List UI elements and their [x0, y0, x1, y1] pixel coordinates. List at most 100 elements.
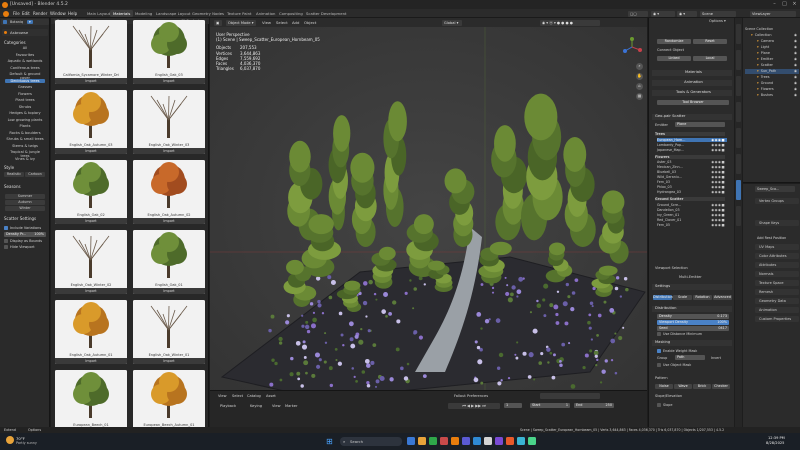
visibility-toggle-icon[interactable]: ◉: [794, 57, 797, 61]
style-cartoon-button[interactable]: Cartoon: [25, 172, 45, 177]
menu-file[interactable]: File: [13, 11, 20, 16]
import-button[interactable]: Import: [133, 78, 205, 84]
category-item[interactable]: Grasses: [5, 85, 45, 90]
category-item[interactable]: All: [5, 46, 45, 51]
asset-library-dropdown[interactable]: ▾: [27, 20, 33, 24]
properties-section[interactable]: Attributes: [755, 262, 799, 268]
category-item[interactable]: Default & ground cover: [5, 72, 45, 80]
header-addon2-button[interactable]: ◉ ▾: [677, 10, 697, 17]
layer-visibility-icons[interactable]: ◉◉◉■: [711, 223, 725, 227]
pattern-button[interactable]: Brick: [693, 384, 711, 389]
assets-menu-view[interactable]: View: [218, 394, 227, 398]
options-label[interactable]: Options ▾: [709, 19, 726, 23]
asbrowse-panel-header[interactable]: Asbrowse: [2, 29, 48, 36]
taskbar-app-icon[interactable]: [429, 437, 437, 445]
n-panel-tab[interactable]: [736, 180, 741, 200]
mode-select[interactable]: Object Mode ▾: [226, 19, 256, 26]
layer-visibility-icons[interactable]: ◉◉◉■: [711, 138, 725, 142]
visibility-toggle-icon[interactable]: ◉: [794, 93, 797, 97]
viewport-menu-select[interactable]: Select: [276, 20, 288, 25]
use-object-mask-checkbox[interactable]: [657, 363, 661, 367]
layer-visibility-icons[interactable]: ◉◉◉■: [711, 190, 725, 194]
transform-orientation-select[interactable]: Global ▾: [442, 19, 462, 26]
asset-card[interactable]: English_Oak_02 Import: [55, 160, 127, 224]
linked-button[interactable]: Linked: [657, 56, 691, 61]
outliner-row[interactable]: ▾ Sun_Path ◉: [745, 69, 799, 74]
start-frame-field[interactable]: Start 1: [530, 403, 570, 408]
tools-panel-header[interactable]: Tools & Generators: [652, 90, 732, 96]
scene-selector[interactable]: Scene: [700, 10, 736, 17]
viewlayer-selector[interactable]: ViewLayer: [750, 10, 796, 17]
outliner-row[interactable]: ▾ Light ◉: [745, 45, 799, 50]
tab-materials[interactable]: Materials: [110, 10, 134, 17]
taskbar-app-icon[interactable]: [517, 437, 525, 445]
pan-icon[interactable]: ✋: [636, 73, 643, 80]
settings-tab[interactable]: Advanced: [713, 295, 732, 300]
style-realistic-button[interactable]: Realistic: [4, 172, 24, 177]
properties-section[interactable]: Color Attributes: [755, 253, 799, 259]
preferences-select[interactable]: Fallout Preferences: [454, 394, 488, 398]
weather-icon[interactable]: [6, 436, 14, 444]
outliner-row[interactable]: ▾ Bushes ◉: [745, 93, 799, 98]
import-button[interactable]: Import: [55, 218, 127, 224]
playback-menu[interactable]: Playback: [220, 404, 236, 408]
category-item[interactable]: Low growing plants: [5, 118, 45, 123]
visibility-toggle-icon[interactable]: ◉: [794, 75, 797, 79]
import-button[interactable]: Import: [133, 148, 205, 154]
masking-panel-header[interactable]: Masking: [652, 340, 732, 346]
properties-section[interactable]: Remesh: [755, 289, 799, 295]
menu-window[interactable]: Window: [50, 11, 66, 16]
multi-emitter-label[interactable]: Multi-Emitter: [679, 275, 702, 279]
zoom-icon[interactable]: ⌕: [636, 63, 643, 70]
scatter-layer-item[interactable]: Ground_Scre... ◉◉◉■: [657, 203, 727, 207]
scatter-layer-item[interactable]: Bluebell_03 ◉◉◉■: [657, 170, 727, 174]
import-button[interactable]: Import: [133, 288, 205, 294]
viewport-menu-add[interactable]: Add: [292, 20, 299, 25]
scatter-layer-item[interactable]: Fern_03 ◉◉◉■: [657, 180, 727, 184]
settings-tab[interactable]: Rotation: [693, 295, 712, 300]
asset-search-input[interactable]: [540, 393, 600, 399]
tab-landscape-layout[interactable]: Landscape Layout: [153, 10, 194, 17]
season-autumn-button[interactable]: Autumn: [5, 200, 45, 205]
taskbar-app-icon[interactable]: [407, 437, 415, 445]
overlay-toggles[interactable]: ◉ ▾ ⦿ ▾ ● ● ● ●: [540, 19, 600, 26]
taskbar-app-icon[interactable]: [462, 437, 470, 445]
n-panel-tab[interactable]: [736, 206, 741, 226]
visibility-toggle-icon[interactable]: ◉: [794, 87, 797, 91]
season-summer-button[interactable]: Summer: [5, 194, 45, 199]
visibility-toggle-icon[interactable]: ◉: [794, 63, 797, 67]
add-rest-position-button[interactable]: Add Rest Position: [757, 236, 786, 240]
distribution-field[interactable]: Density 0.173: [657, 314, 729, 319]
properties-section[interactable]: Geometry Data: [755, 298, 799, 304]
asset-card[interactable]: English_Oak_01 Import: [133, 230, 205, 294]
group-select[interactable]: Path: [675, 355, 705, 360]
import-button[interactable]: Import: [55, 358, 127, 364]
outliner-row[interactable]: ▾ Ground ◉: [745, 81, 799, 86]
taskbar-app-icon[interactable]: [484, 437, 492, 445]
density-field[interactable]: Density Pr... 100%: [4, 232, 46, 237]
layer-visibility-icons[interactable]: ◉◉◉■: [711, 170, 725, 174]
layer-visibility-icons[interactable]: ◉◉◉■: [711, 208, 725, 212]
asset-card[interactable]: European_Beech_01Import: [55, 370, 127, 434]
taskbar-app-icon[interactable]: [473, 437, 481, 445]
n-panel-tab[interactable]: [736, 154, 741, 174]
layer-visibility-icons[interactable]: ◉◉◉■: [711, 160, 725, 164]
category-item[interactable]: Favourites: [5, 53, 45, 58]
scatter-layer-item[interactable]: Ivy_Green_01 ◉◉◉■: [657, 213, 727, 217]
category-item[interactable]: Stems & twigs: [5, 144, 45, 149]
close-button[interactable]: ×: [790, 1, 799, 8]
category-item[interactable]: Shrubs & small trees: [5, 137, 45, 142]
settings-panel-header[interactable]: Settings: [652, 284, 732, 290]
display-bounds-checkbox[interactable]: [4, 239, 8, 243]
layer-visibility-icons[interactable]: ◉◉◉■: [711, 218, 725, 222]
navigation-gizmo[interactable]: [622, 36, 642, 58]
taskbar-app-icon[interactable]: [506, 437, 514, 445]
maximize-button[interactable]: □: [780, 1, 789, 8]
layer-visibility-icons[interactable]: ◉◉◉■: [711, 185, 725, 189]
outliner-row[interactable]: ▾ Collection ◉: [745, 33, 799, 38]
category-item[interactable]: Coniferous trees: [5, 66, 45, 71]
distribution-field[interactable]: Viewport Density 100%: [657, 320, 729, 325]
viewport-menu-view[interactable]: View: [262, 20, 271, 25]
tab-scatter-development[interactable]: Scatter Development: [303, 10, 349, 17]
properties-section[interactable]: Texture Space: [755, 280, 799, 286]
